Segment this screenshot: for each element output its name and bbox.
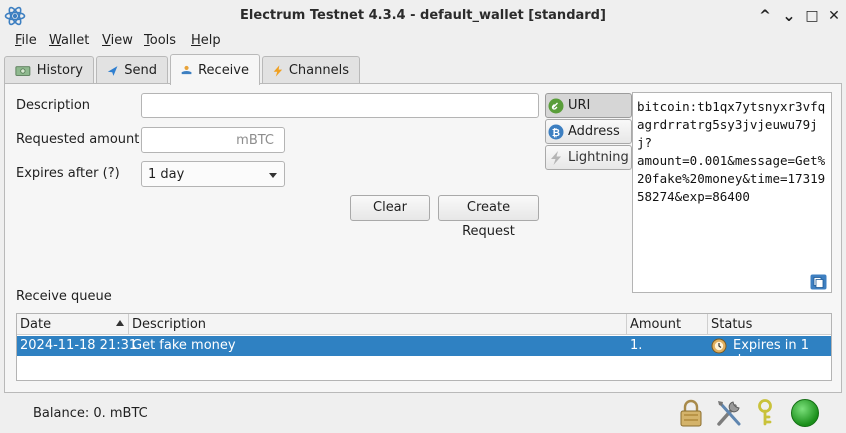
menu-help-label: elp — [200, 33, 221, 48]
receive-queue-table: Date Description Amount Status 2024-11-1… — [16, 313, 832, 381]
lock-icon[interactable] — [678, 398, 704, 428]
receive-queue-title: Receive queue — [16, 289, 112, 304]
expires-select-value: 1 day — [148, 167, 185, 182]
maximize-button[interactable]: □ — [804, 8, 820, 24]
close-button[interactable]: ✕ — [826, 8, 842, 24]
lightning-button-label: Lightning — [568, 150, 629, 165]
menu-view[interactable]: View — [102, 33, 133, 48]
description-input[interactable] — [141, 93, 539, 118]
tab-send[interactable]: Send — [96, 56, 168, 84]
column-header-description[interactable]: Description — [129, 314, 627, 335]
column-header-date[interactable]: Date — [17, 314, 129, 335]
restore-button[interactable]: ⌄ — [781, 8, 797, 24]
title-bar: Electrum Testnet 4.3.4 - default_wallet … — [0, 0, 846, 32]
tab-channels[interactable]: Channels — [262, 56, 360, 84]
copy-icon[interactable] — [810, 274, 827, 290]
lightning-icon — [551, 150, 561, 165]
balance-text: Balance: 0. mBTC — [33, 406, 148, 421]
expires-after-label: Expires after (?) — [16, 166, 120, 181]
amount-unit: mBTC — [236, 133, 274, 148]
menu-view-label: iew — [110, 33, 133, 48]
lightning-icon — [273, 64, 283, 77]
receive-icon — [181, 65, 192, 75]
tab-history[interactable]: History — [4, 56, 94, 84]
bitcoin-icon: ₿ — [548, 124, 564, 139]
create-request-button[interactable]: Create Request — [438, 195, 539, 239]
tab-bar: History Send Receive Channels — [4, 54, 842, 85]
clock-icon — [711, 338, 727, 354]
send-icon — [107, 65, 118, 76]
uri-button-label: URI — [568, 98, 591, 113]
column-header-status[interactable]: Status — [708, 314, 831, 335]
menu-help[interactable]: Help — [191, 33, 221, 48]
expires-select[interactable]: 1 day — [141, 161, 285, 187]
menu-file-label: ile — [21, 33, 37, 48]
menu-tools[interactable]: Tools — [144, 33, 176, 48]
window-title: Electrum Testnet 4.3.4 - default_wallet … — [240, 8, 606, 23]
menu-view-mnemonic: V — [102, 33, 111, 48]
row-status: Expires in 1 day — [733, 338, 809, 368]
uri-button[interactable]: URI — [545, 93, 632, 118]
menu-help-mnemonic: H — [191, 33, 201, 48]
clear-button[interactable]: Clear — [350, 195, 430, 221]
menu-wallet[interactable]: Wallet — [49, 33, 89, 48]
tab-receive-label: Receive — [198, 62, 249, 78]
address-button[interactable]: ₿ Address — [545, 119, 632, 144]
row-amount: 1. — [630, 338, 643, 353]
tools-icon[interactable] — [715, 398, 743, 428]
payment-uri-text[interactable]: bitcoin:tb1qx7ytsnyxr3vfqagrdrratrg5sy3j… — [632, 92, 832, 293]
history-icon — [15, 65, 31, 76]
column-header-amount[interactable]: Amount — [627, 314, 708, 335]
tab-receive[interactable]: Receive — [170, 54, 260, 85]
network-status-icon[interactable] — [790, 398, 820, 428]
menu-bar: File Wallet View Tools Help — [0, 32, 846, 52]
status-bar: Balance: 0. mBTC — [0, 394, 846, 433]
link-icon — [548, 98, 564, 113]
table-row[interactable]: 2024-11-18 21:31 Get fake money 1. Expir… — [17, 336, 831, 368]
menu-tools-label: ools — [149, 33, 177, 48]
column-header-date-label: Date — [20, 317, 52, 332]
menu-wallet-mnemonic: W — [49, 33, 62, 48]
requested-amount-label: Requested amount — [16, 132, 140, 147]
menu-wallet-label: allet — [61, 33, 90, 48]
chevron-down-icon — [269, 173, 277, 178]
address-button-label: Address — [568, 124, 620, 139]
svg-text:₿: ₿ — [552, 127, 560, 139]
sort-ascending-icon — [116, 320, 124, 326]
minimize-button[interactable]: ^ — [757, 8, 773, 24]
row-date: 2024-11-18 21:31 — [20, 338, 138, 353]
tab-history-label: History — [36, 63, 83, 78]
tab-send-label: Send — [124, 63, 157, 78]
description-label: Description — [16, 98, 91, 113]
lightning-button[interactable]: Lightning — [545, 145, 632, 170]
amount-input[interactable]: mBTC — [141, 127, 285, 153]
tab-channels-label: Channels — [288, 63, 349, 78]
menu-file[interactable]: File — [15, 33, 37, 48]
row-description: Get fake money — [132, 338, 236, 353]
seed-icon[interactable] — [755, 398, 777, 428]
